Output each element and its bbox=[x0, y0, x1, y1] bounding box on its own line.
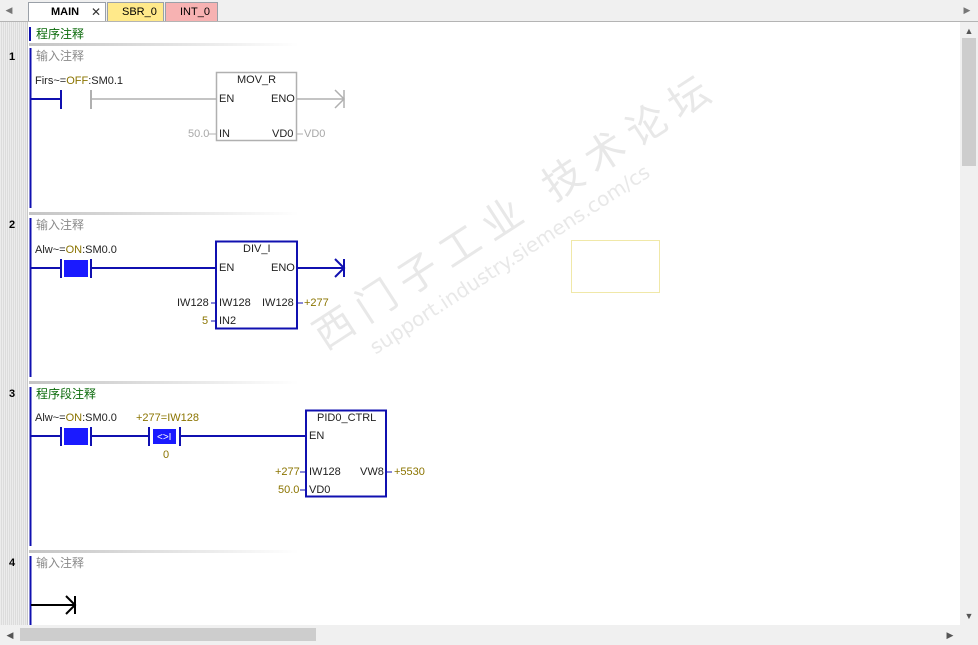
box-in-label: IN bbox=[219, 128, 230, 140]
tab-scroll-left-icon[interactable]: ◀ bbox=[2, 3, 16, 17]
box-en: EN bbox=[309, 430, 325, 442]
ladder-diagram bbox=[29, 27, 660, 625]
box-eno: ENO bbox=[271, 93, 295, 105]
contact-label: Alw~=ON:SM0.0 bbox=[35, 244, 117, 256]
vertical-scroll-thumb[interactable] bbox=[962, 38, 976, 166]
tab-main[interactable]: MAIN ✕ bbox=[28, 2, 106, 21]
box-en: EN bbox=[219, 262, 235, 274]
box-in-value[interactable]: 50.0 bbox=[188, 128, 209, 140]
box-in2-label: VD0 bbox=[309, 484, 331, 496]
scroll-down-icon[interactable]: ▼ bbox=[962, 609, 976, 623]
box-name: DIV_I bbox=[243, 243, 271, 255]
program-comment[interactable]: 程序注释 bbox=[36, 28, 84, 40]
ladder-editor[interactable]: 1 2 3 4 程序注释 输入注释 Firs~=OFF:SM0.1 MOV_R … bbox=[0, 22, 960, 625]
tab-main-label: MAIN bbox=[51, 6, 80, 18]
box-in2-value[interactable]: 5 bbox=[202, 315, 208, 327]
scroll-up-icon[interactable]: ▲ bbox=[962, 24, 976, 38]
tab-int0[interactable]: INT_0 bbox=[165, 2, 218, 21]
network-comment[interactable]: 输入注释 bbox=[36, 557, 84, 569]
scroll-right-icon[interactable]: ▶ bbox=[943, 628, 957, 642]
network-comment[interactable]: 输入注释 bbox=[36, 219, 84, 231]
close-icon[interactable]: ✕ bbox=[91, 3, 101, 21]
network-comment[interactable]: 程序段注释 bbox=[36, 388, 96, 400]
box-in1-label: IW128 bbox=[309, 466, 341, 478]
horizontal-scroll-thumb[interactable] bbox=[20, 628, 316, 641]
scrollbar-corner bbox=[960, 625, 978, 645]
box-out-label: VD0 bbox=[272, 128, 294, 140]
compare-label: +277=IW128 bbox=[136, 412, 199, 424]
box-en: EN bbox=[219, 93, 235, 105]
box-out-value[interactable]: VD0 bbox=[304, 128, 325, 140]
box-in2-value[interactable]: 50.0 bbox=[278, 484, 299, 496]
network-comment[interactable]: 输入注释 bbox=[36, 50, 84, 62]
tab-scroll-right-icon[interactable]: ▶ bbox=[960, 3, 974, 17]
box-in2-label: IN2 bbox=[219, 315, 237, 327]
tab-bar: ◀ MAIN ✕ SBR_0 INT_0 ▶ bbox=[0, 0, 978, 22]
tab-sbr0-label: SBR_0 bbox=[122, 6, 157, 18]
box-in1-value[interactable]: +277 bbox=[275, 466, 300, 478]
box-out-value[interactable]: +5530 bbox=[394, 466, 425, 478]
tab-int0-label: INT_0 bbox=[180, 6, 210, 18]
compare-symbol: <>I bbox=[157, 432, 172, 443]
compare-bottom[interactable]: 0 bbox=[163, 449, 169, 461]
box-name: MOV_R bbox=[237, 74, 277, 86]
selection-marquee bbox=[571, 240, 660, 293]
box-out-value[interactable]: +277 bbox=[304, 297, 329, 309]
box-in1-label: IW128 bbox=[219, 297, 251, 309]
scroll-left-icon[interactable]: ◀ bbox=[3, 628, 17, 642]
box-in1-value[interactable]: IW128 bbox=[177, 297, 209, 309]
horizontal-scrollbar[interactable]: ◀ ▶ bbox=[0, 625, 960, 645]
box-out-label: IW128 bbox=[262, 297, 294, 309]
contact-label: Alw~=ON:SM0.0 bbox=[35, 412, 117, 424]
box-eno: ENO bbox=[271, 262, 295, 274]
tab-sbr0[interactable]: SBR_0 bbox=[107, 2, 164, 21]
box-out-label: VW8 bbox=[360, 466, 384, 478]
vertical-scrollbar[interactable]: ▲ ▼ bbox=[960, 22, 978, 625]
contact-label: Firs~=OFF:SM0.1 bbox=[35, 75, 124, 87]
box-name: PID0_CTRL bbox=[317, 412, 377, 424]
